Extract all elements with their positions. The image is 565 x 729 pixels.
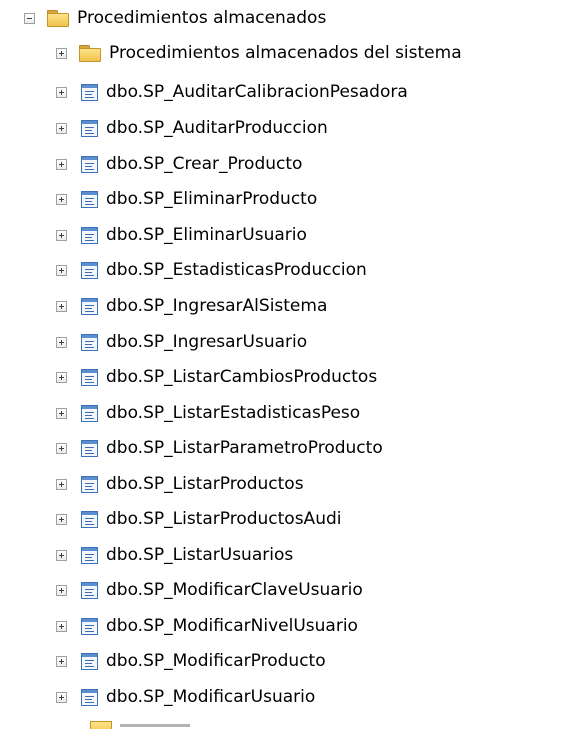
procedure-label: dbo.SP_AuditarProduccion	[106, 118, 328, 138]
stored-procedure-icon	[81, 190, 98, 208]
expand-toggle-icon[interactable]	[56, 371, 67, 383]
tree-node-procedure[interactable]: dbo.SP_ModificarUsuario	[56, 681, 315, 713]
tree-node-procedure[interactable]: dbo.SP_AuditarCalibracionPesadora	[56, 76, 408, 108]
expand-toggle-icon[interactable]	[56, 122, 67, 134]
procedure-label: dbo.SP_ModificarProducto	[106, 651, 326, 671]
stored-procedure-icon	[81, 652, 98, 670]
procedure-label: dbo.SP_ListarUsuarios	[106, 545, 294, 565]
collapse-toggle-icon[interactable]	[24, 12, 35, 24]
tree-node-procedure[interactable]: dbo.SP_AuditarProduccion	[56, 112, 328, 144]
tree-node-procedure[interactable]: dbo.SP_ModificarClaveUsuario	[56, 574, 363, 606]
tree-node-label: Procedimientos almacenados	[77, 8, 327, 28]
stored-procedure-icon	[81, 155, 98, 173]
stored-procedure-icon	[81, 83, 98, 101]
procedure-label: dbo.SP_ListarProductos	[106, 474, 304, 494]
tree-node-procedure[interactable]: dbo.SP_ListarEstadisticasPeso	[56, 397, 360, 429]
expand-toggle-icon[interactable]	[56, 584, 67, 596]
expand-toggle-icon[interactable]	[56, 336, 67, 348]
tree-node-system-procedures[interactable]: Procedimientos almacenados del sistema	[56, 37, 462, 69]
stored-procedure-icon	[81, 333, 98, 351]
expand-toggle-icon[interactable]	[56, 193, 67, 205]
tree-node-procedure[interactable]: dbo.SP_ListarProductos	[56, 468, 304, 500]
stored-procedure-icon	[81, 688, 98, 706]
tree-node-procedure[interactable]: dbo.SP_ListarParametroProducto	[56, 432, 383, 464]
stored-procedure-icon	[81, 404, 98, 422]
procedure-label: dbo.SP_ModificarNivelUsuario	[106, 616, 358, 636]
expand-toggle-icon[interactable]	[56, 478, 67, 490]
expand-toggle-icon[interactable]	[56, 229, 67, 241]
procedure-label: dbo.SP_EliminarUsuario	[106, 225, 307, 245]
folder-icon	[47, 9, 69, 27]
tree-node-procedure[interactable]: dbo.SP_ModificarNivelUsuario	[56, 610, 358, 642]
stored-procedure-icon	[81, 368, 98, 386]
procedure-label: dbo.SP_ListarProductosAudi	[106, 509, 342, 529]
procedure-label: dbo.SP_EstadisticasProduccion	[106, 260, 367, 280]
expand-toggle-icon[interactable]	[56, 47, 67, 59]
procedure-label: dbo.SP_ModificarClaveUsuario	[106, 580, 363, 600]
stored-procedure-icon	[81, 617, 98, 635]
procedure-label: dbo.SP_AuditarCalibracionPesadora	[106, 82, 408, 102]
tree-node-procedure[interactable]: dbo.SP_EstadisticasProduccion	[56, 254, 367, 286]
stored-procedure-icon	[81, 226, 98, 244]
tree-node-procedure[interactable]: dbo.SP_ListarUsuarios	[56, 539, 293, 571]
tree-node-procedure[interactable]: dbo.SP_EliminarUsuario	[56, 219, 307, 251]
stored-procedure-icon	[81, 475, 98, 493]
tree-node-stored-procedures[interactable]: Procedimientos almacenados	[24, 2, 326, 34]
tree-node-procedure[interactable]: dbo.SP_Crear_Producto	[56, 148, 302, 180]
stored-procedure-icon	[81, 261, 98, 279]
procedure-label: dbo.SP_ListarCambiosProductos	[106, 367, 378, 387]
folder-icon	[79, 44, 101, 62]
stored-procedure-icon	[81, 439, 98, 457]
stored-procedure-icon	[81, 119, 98, 137]
tree-node-procedure[interactable]: dbo.SP_IngresarUsuario	[56, 326, 307, 358]
tree-node-label: Procedimientos almacenados del sistema	[109, 43, 462, 63]
expand-toggle-icon[interactable]	[56, 442, 67, 454]
procedure-label: dbo.SP_IngresarUsuario	[106, 332, 308, 352]
clipped-tree-node	[120, 719, 200, 729]
procedure-label: dbo.SP_EliminarProducto	[106, 189, 318, 209]
expand-toggle-icon[interactable]	[56, 407, 67, 419]
expand-toggle-icon[interactable]	[56, 620, 67, 632]
expand-toggle-icon[interactable]	[56, 158, 67, 170]
expand-toggle-icon[interactable]	[56, 264, 67, 276]
tree-node-procedure[interactable]: dbo.SP_ListarCambiosProductos	[56, 361, 377, 393]
expand-toggle-icon[interactable]	[56, 691, 67, 703]
expand-toggle-icon[interactable]	[56, 655, 67, 667]
expand-toggle-icon[interactable]	[56, 300, 67, 312]
stored-procedure-icon	[81, 297, 98, 315]
tree-node-procedure[interactable]: dbo.SP_ListarProductosAudi	[56, 503, 341, 535]
stored-procedure-icon	[81, 546, 98, 564]
procedure-label: dbo.SP_ModificarUsuario	[106, 687, 316, 707]
stored-procedure-icon	[81, 510, 98, 528]
tree-node-procedure[interactable]: dbo.SP_IngresarAlSistema	[56, 290, 327, 322]
expand-toggle-icon[interactable]	[56, 549, 67, 561]
procedure-label: dbo.SP_Crear_Producto	[106, 154, 303, 174]
folder-icon	[90, 715, 112, 729]
expand-toggle-icon[interactable]	[56, 513, 67, 525]
expand-toggle-icon[interactable]	[56, 86, 67, 98]
procedure-label: dbo.SP_IngresarAlSistema	[106, 296, 328, 316]
procedure-label: dbo.SP_ListarParametroProducto	[106, 438, 383, 458]
tree-node-procedure[interactable]: dbo.SP_EliminarProducto	[56, 183, 317, 215]
tree-node-procedure[interactable]: dbo.SP_ModificarProducto	[56, 645, 326, 677]
procedure-label: dbo.SP_ListarEstadisticasPeso	[106, 403, 361, 423]
stored-procedure-icon	[81, 581, 98, 599]
